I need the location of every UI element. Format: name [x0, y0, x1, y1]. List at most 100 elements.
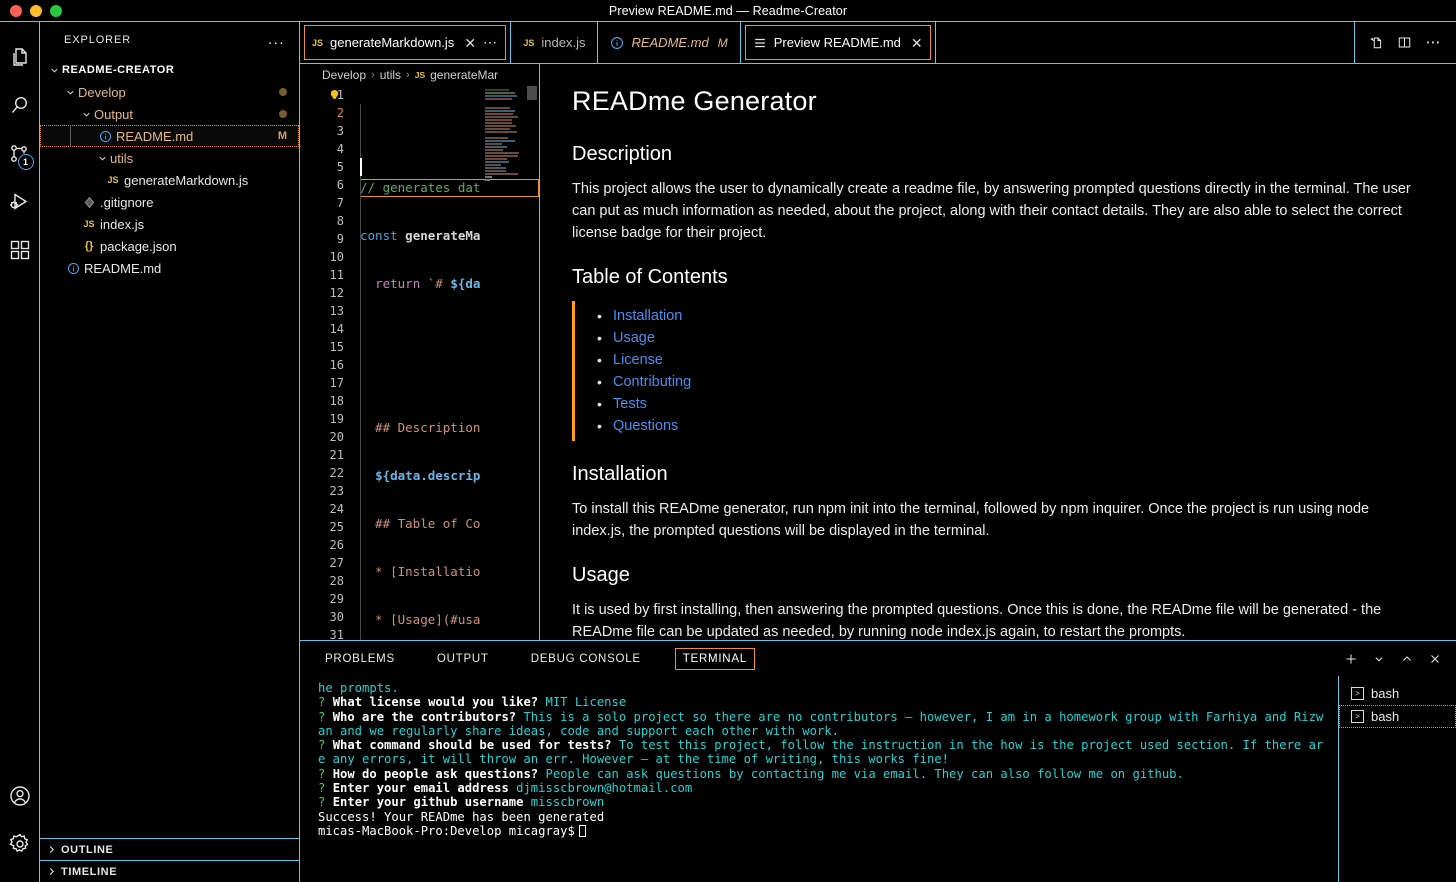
tree-item-output-readme[interactable]: README.md M — [40, 125, 299, 147]
tab-index-js[interactable]: JS index.js — [511, 22, 599, 63]
tree-item-gitignore[interactable]: .gitignore — [40, 191, 299, 213]
preview-body-description: This project allows the user to dynamica… — [572, 181, 1411, 241]
maximize-window-button[interactable] — [50, 4, 62, 17]
close-window-button[interactable] — [10, 4, 22, 17]
toc-link-contributing[interactable]: Contributing — [613, 374, 691, 390]
editor-tab-bar: JS generateMarkdown.js ✕ ⋯ JS index.js R… — [300, 22, 1456, 64]
activity-run-debug-button[interactable] — [0, 178, 40, 226]
activity-accounts-button[interactable] — [0, 772, 40, 820]
sidebar-section-timeline[interactable]: TIMELINE — [40, 860, 299, 882]
toc-link-tests[interactable]: Tests — [613, 396, 647, 412]
source-control-badge: 1 — [17, 154, 34, 170]
minimap[interactable] — [485, 86, 523, 640]
new-terminal-icon[interactable] — [1344, 652, 1358, 666]
panel-tab-output[interactable]: OUTPUT — [432, 650, 494, 668]
activity-search-button[interactable] — [0, 82, 40, 130]
line-number: 30 — [329, 610, 344, 624]
panel-tab-debug-console[interactable]: DEBUG CONSOLE — [526, 650, 646, 668]
toc-link-questions[interactable]: Questions — [613, 418, 678, 434]
tree-item-root-readme[interactable]: README.md — [40, 257, 299, 279]
split-editor-icon[interactable] — [1397, 35, 1412, 50]
lightbulb-icon[interactable] — [328, 88, 341, 101]
activity-explorer-button[interactable] — [0, 34, 40, 82]
tree-label: package.json — [100, 238, 177, 254]
terminal-question: Enter your email address — [332, 781, 509, 796]
git-file-icon — [78, 196, 100, 209]
toc-link-license[interactable]: License — [613, 352, 663, 368]
files-icon — [12, 48, 27, 66]
panel-tab-label: OUTPUT — [436, 652, 489, 665]
js-file-icon: JS — [312, 37, 324, 48]
tab-label: Preview README.md — [773, 35, 901, 50]
toc-link-installation[interactable]: Installation — [613, 308, 682, 324]
tree-item-utils[interactable]: utils — [40, 147, 299, 169]
terminal-line: he prompts. — [318, 681, 399, 695]
code-content[interactable]: 1 2 3 4 5 6 7 8 9 10 11 12 13 14 15 16 1… — [300, 86, 539, 640]
close-tab-icon[interactable]: ✕ — [464, 36, 476, 50]
more-actions-icon[interactable]: ⋯ — [1425, 35, 1442, 50]
breadcrumb[interactable]: Develop › utils › JS generateMar — [300, 64, 539, 86]
panel-tab-terminal[interactable]: TERMINAL — [674, 647, 755, 670]
breadcrumb-part-1[interactable]: utils — [380, 68, 401, 82]
minimize-window-button[interactable] — [30, 4, 42, 17]
terminal-instance-1[interactable]: > bash — [1339, 682, 1456, 705]
line-number: 16 — [329, 358, 344, 372]
tab-generatemarkdown-js[interactable]: JS generateMarkdown.js ✕ ⋯ — [300, 22, 512, 63]
chevron-down-icon — [62, 87, 78, 98]
tree-label: Develop — [78, 84, 126, 100]
line-number: 11 — [329, 268, 344, 282]
tree-item-develop[interactable]: Develop — [40, 81, 299, 103]
sidebar: EXPLORER ... README-CREATOR Develop Outp… — [40, 22, 300, 882]
breadcrumb-part-0[interactable]: Develop — [322, 68, 366, 82]
close-tab-icon[interactable]: ✕ — [911, 36, 923, 50]
close-panel-icon[interactable] — [1428, 652, 1442, 666]
terminal-question: What command should be used for tests? — [332, 738, 612, 753]
tree-item-output[interactable]: Output — [40, 103, 299, 125]
tree-item-package-json[interactable]: {} package.json — [40, 235, 299, 257]
activity-source-control-button[interactable]: 1 — [0, 130, 40, 178]
line-number: 15 — [329, 340, 344, 354]
editor-scrollbar[interactable] — [525, 86, 539, 640]
prompt-marker: ? — [318, 695, 333, 710]
chevron-right-icon: › — [371, 69, 375, 81]
line-number-gutter: 1 2 3 4 5 6 7 8 9 10 11 12 13 14 15 16 1… — [300, 86, 354, 640]
tree-item-generatemarkdown[interactable]: JS generateMarkdown.js — [40, 169, 299, 191]
info-icon — [610, 36, 624, 50]
panel-tab-label: PROBLEMS — [325, 652, 395, 665]
account-icon — [9, 786, 30, 806]
scrollbar-thumb[interactable] — [527, 86, 537, 100]
markdown-preview-pane[interactable]: READme Generator Description This projec… — [540, 64, 1456, 640]
line-number: 3 — [336, 124, 344, 138]
toc-link-usage[interactable]: Usage — [613, 330, 655, 346]
code-token: * [Installatio — [360, 564, 481, 579]
chevron-down-icon[interactable] — [1372, 652, 1386, 666]
js-file-icon: JS — [107, 175, 119, 185]
panel-actions — [1344, 652, 1456, 666]
breadcrumb-part-2[interactable]: generateMar — [430, 68, 498, 82]
preview-heading-usage: Usage — [572, 564, 630, 586]
terminal-answer: People can ask questions by contacting m… — [538, 766, 1184, 781]
activity-extensions-button[interactable] — [0, 226, 40, 274]
terminal-icon: > — [1351, 710, 1364, 723]
gear-icon — [8, 833, 28, 853]
terminal-instance-2[interactable]: > bash — [1339, 705, 1456, 728]
window-controls[interactable] — [0, 4, 62, 17]
tab-modified-badge: M — [717, 35, 728, 50]
tab-more-actions-icon[interactable]: ⋯ — [483, 35, 498, 49]
terminal-output[interactable]: he prompts. ? What license would you lik… — [300, 676, 1338, 882]
activity-settings-button[interactable] — [0, 820, 40, 868]
tree-item-index-js[interactable]: JS index.js — [40, 213, 299, 235]
sidebar-more-actions-icon[interactable]: ... — [268, 32, 285, 47]
panel-tab-problems[interactable]: PROBLEMS — [320, 650, 400, 668]
list-item: Usage — [575, 327, 1422, 349]
maximize-panel-icon[interactable] — [1400, 652, 1414, 666]
sidebar-section-outline[interactable]: OUTLINE — [40, 838, 299, 860]
open-preview-to-side-icon[interactable] — [1369, 35, 1384, 50]
json-file-icon: {} — [84, 240, 94, 252]
tab-readme-md[interactable]: README.md M — [598, 22, 741, 63]
line-number: 5 — [336, 160, 344, 174]
tab-preview-readme-md[interactable]: Preview README.md ✕ — [741, 22, 936, 63]
list-item: Tests — [575, 393, 1422, 415]
tree-item-readme-creator[interactable]: README-CREATOR — [40, 59, 299, 81]
preview-heading-toc: Table of Contents — [572, 266, 728, 288]
